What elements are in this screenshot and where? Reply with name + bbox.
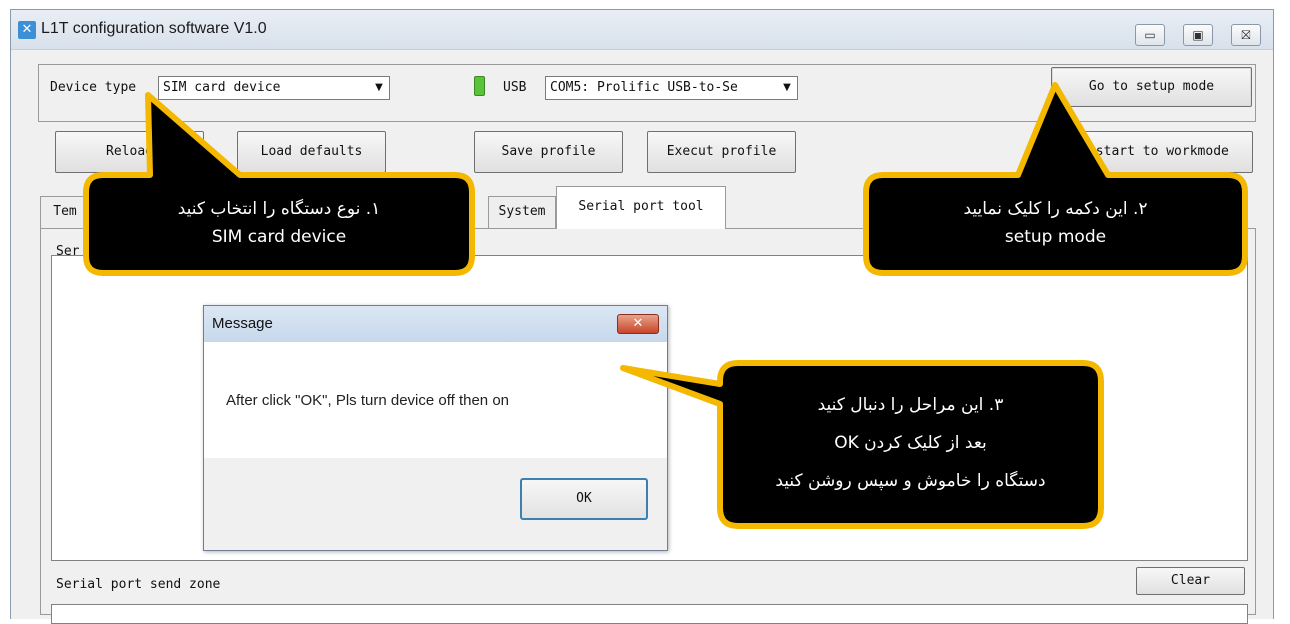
callout-overlay	[83, 82, 1248, 529]
callout-1-line-1: ۱. نوع دستگاه را انتخاب کنید	[177, 199, 381, 219]
callout-2-line-1: ۲. این دکمه را کلیک نمایید	[963, 199, 1148, 219]
callout-1-text: ۱. نوع دستگاه را انتخاب کنید SIM card de…	[86, 195, 472, 251]
callout-2-line-2: setup mode	[1004, 227, 1107, 247]
callout-3-line-2: بعد از کلیک کردن OK	[834, 433, 987, 453]
callout-3-line-1: ۳. این مراحل را دنبال کنید	[817, 395, 1004, 415]
callout-1-line-2: SIM card device	[211, 227, 347, 247]
callout-3-text: ۳. این مراحل را دنبال کنید بعد از کلیک ک…	[720, 386, 1101, 500]
callout-3-line-3: دستگاه را خاموش و سپس روشن کنید	[775, 471, 1046, 491]
callout-2-text: ۲. این دکمه را کلیک نمایید setup mode	[866, 195, 1245, 251]
